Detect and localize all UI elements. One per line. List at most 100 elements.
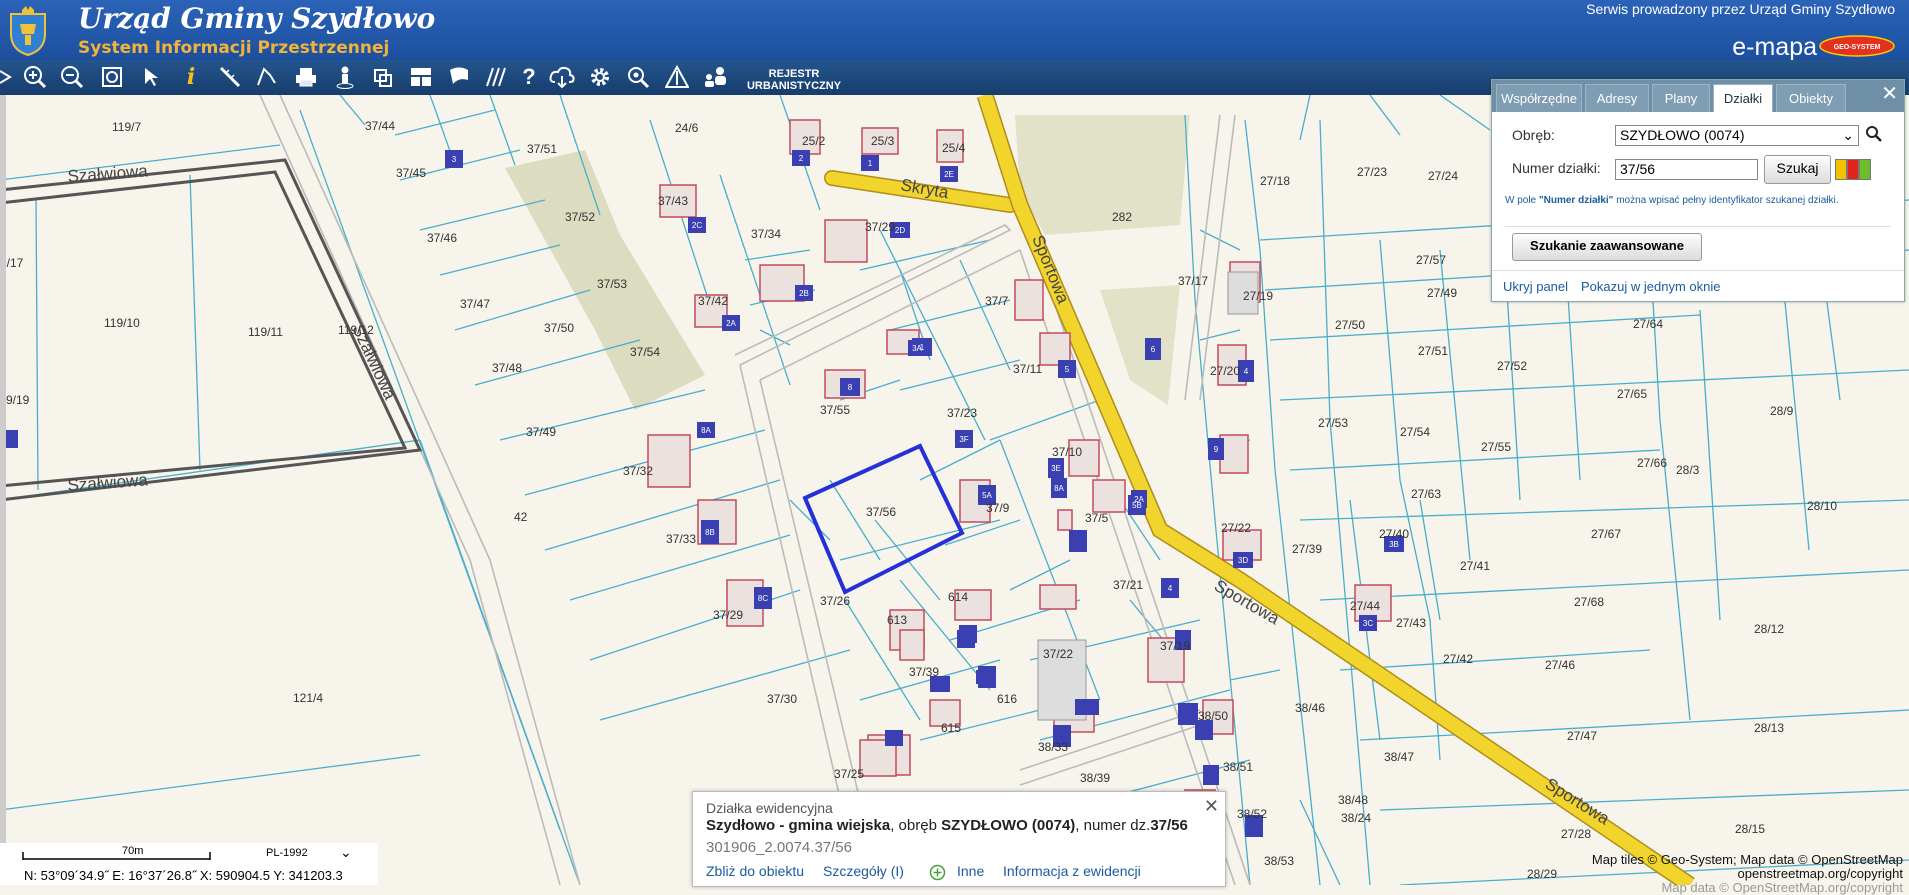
parcel-label: 37/25 <box>834 767 864 781</box>
parcel-label: 27/19 <box>1243 289 1273 303</box>
layers-icon[interactable] <box>0 64 20 90</box>
place-name: Szydłowo - gmina wiejska <box>706 817 891 834</box>
parcel-label: 37/17 <box>1178 274 1208 288</box>
search-button[interactable]: Szukaj <box>1764 155 1831 184</box>
parcel-label: 119/11 <box>248 325 283 339</box>
parcel-label: 27/28 <box>1561 827 1591 841</box>
parcel-label: 37/34 <box>751 227 781 241</box>
registry-button[interactable]: REJESTR URBANISTYCZNY <box>744 68 844 92</box>
attribution-line[interactable]: Map tiles © Geo-System; Map data © OpenS… <box>1592 853 1903 867</box>
red-swatch[interactable] <box>1847 159 1859 180</box>
other-link[interactable]: Inne <box>957 863 984 879</box>
zoom-extent-icon[interactable] <box>99 64 125 90</box>
annotate-icon[interactable] <box>446 64 472 90</box>
zoom-out-icon[interactable] <box>59 64 85 90</box>
registry-info-link[interactable]: Informacja z ewidencji <box>1003 863 1141 879</box>
hint-bold-text: "Numer działki" <box>1538 195 1614 206</box>
attribution-line[interactable]: Map data © OpenStreetMap.org/copyright <box>1592 881 1903 895</box>
tab-adresy[interactable]: Adresy <box>1585 84 1649 112</box>
address-number: 3 <box>452 155 457 164</box>
tab-wspolrzedne[interactable]: Współrzędne <box>1496 84 1582 112</box>
parcel-label: 37/45 <box>396 166 426 180</box>
close-icon[interactable]: ✕ <box>1204 796 1219 817</box>
parcel-label: 37/30 <box>767 692 797 706</box>
info-icon[interactable]: i <box>178 64 204 90</box>
locate-icon[interactable] <box>625 64 651 90</box>
warning-icon[interactable] <box>664 64 690 90</box>
chevron-down-icon[interactable]: ⌄ <box>340 844 352 861</box>
address-number: 5A <box>982 491 992 500</box>
parcel-number-label: Numer działki: <box>1512 160 1601 176</box>
hatch-icon[interactable] <box>483 64 509 90</box>
plus-circle-icon[interactable] <box>929 864 946 881</box>
service-note: Serwis prowadzony przez Urząd Gminy Szyd… <box>1586 1 1895 17</box>
print-icon[interactable] <box>293 64 319 90</box>
address-number: 1 <box>920 343 925 352</box>
close-icon[interactable]: ✕ <box>1881 84 1898 104</box>
brand-name: e-mapa <box>1732 33 1817 61</box>
advanced-search-button[interactable]: Szukanie zaawansowane <box>1512 233 1702 261</box>
popup-text: , numer dz. <box>1075 817 1151 834</box>
single-window-link[interactable]: Pokazuj w jednym oknie <box>1581 279 1720 294</box>
parcel-label: 37/33 <box>666 532 696 546</box>
address-number: 6 <box>1151 345 1156 354</box>
obreb-select[interactable]: SZYDŁOWO (0074) ⌄ <box>1615 125 1859 146</box>
green-swatch[interactable] <box>1859 159 1871 180</box>
people-icon[interactable] <box>702 64 728 90</box>
attribution-line[interactable]: openstreetmap.org/copyright <box>1592 867 1903 881</box>
streetview-pegman-icon[interactable] <box>332 64 358 90</box>
address-number: 8B <box>705 528 715 537</box>
panel-tabs: Współrzędne Adresy Plany Działki Obiekty… <box>1492 80 1904 112</box>
parcel-label: 28/12 <box>1754 622 1784 636</box>
parcel-label: 27/49 <box>1427 286 1457 300</box>
hide-panel-link[interactable]: Ukryj panel <box>1503 279 1568 294</box>
settings-icon[interactable] <box>587 64 613 90</box>
address-number: 3F <box>959 435 968 444</box>
search-icon[interactable] <box>1865 125 1883 143</box>
parcel-label: 28/29 <box>1527 867 1557 881</box>
help-icon[interactable]: ? <box>516 64 542 90</box>
crest-logo <box>10 6 46 56</box>
yellow-swatch[interactable] <box>1835 159 1847 180</box>
zoom-in-icon[interactable] <box>22 64 48 90</box>
parcel-label: 37/21 <box>1113 578 1143 592</box>
app-header: Urząd Gminy Szydłowo System Informacji P… <box>0 0 1909 61</box>
parcel-label: 27/63 <box>1411 487 1441 501</box>
cursor-coordinates: N: 53°09´34.9˝ E: 16°37´26.8˝ X: 590904.… <box>24 868 343 883</box>
measure-area-icon[interactable] <box>253 64 279 90</box>
layout-icon[interactable] <box>408 64 434 90</box>
tab-plany[interactable]: Plany <box>1652 84 1710 112</box>
brand-logo-text: GEO-SYSTEM <box>1834 44 1881 51</box>
address-number: 3B <box>1389 540 1399 549</box>
parcel-label: 27/18 <box>1260 174 1290 188</box>
parcel-label: 27/40 <box>1379 527 1409 541</box>
parcel-label: 27/64 <box>1633 317 1663 331</box>
zoom-to-object-link[interactable]: Zbliż do obiektu <box>706 863 804 879</box>
cloud-export-icon[interactable] <box>549 64 575 90</box>
crs-select[interactable]: PL-1992 <box>266 847 308 859</box>
parcel-label: 38/39 <box>1080 771 1110 785</box>
address-number: 8C <box>758 594 768 603</box>
address-number: 1 <box>868 159 873 168</box>
parcel-label: 27/41 <box>1460 559 1490 573</box>
tab-dzialki[interactable]: Działki <box>1713 84 1773 112</box>
hint-text: W pole <box>1505 195 1539 206</box>
left-edge-handle[interactable] <box>0 95 6 885</box>
address-number: 2B <box>799 289 809 298</box>
parcel-label: 37/52 <box>565 210 595 224</box>
select-pointer-icon[interactable] <box>139 64 165 90</box>
parcel-label: 37/19 <box>1160 639 1190 653</box>
parcel-label: 25/4 <box>942 141 966 155</box>
parcel-number-input[interactable]: 37/56 <box>1615 159 1758 180</box>
parcel-label: 27/53 <box>1318 416 1348 430</box>
parcel-label: 37/5 <box>1085 511 1109 525</box>
details-link[interactable]: Szczegóły (I) <box>823 863 904 879</box>
tab-obiekty[interactable]: Obiekty <box>1776 84 1846 112</box>
address-number: 9 <box>1214 445 1219 454</box>
parcel-label: 37/23 <box>947 406 977 420</box>
pan-icon[interactable] <box>369 64 395 90</box>
measure-distance-icon[interactable] <box>217 64 243 90</box>
scale-distance: 70m <box>122 845 144 857</box>
address-number: 2A <box>1134 495 1144 504</box>
address-number: 8A <box>1054 484 1064 493</box>
